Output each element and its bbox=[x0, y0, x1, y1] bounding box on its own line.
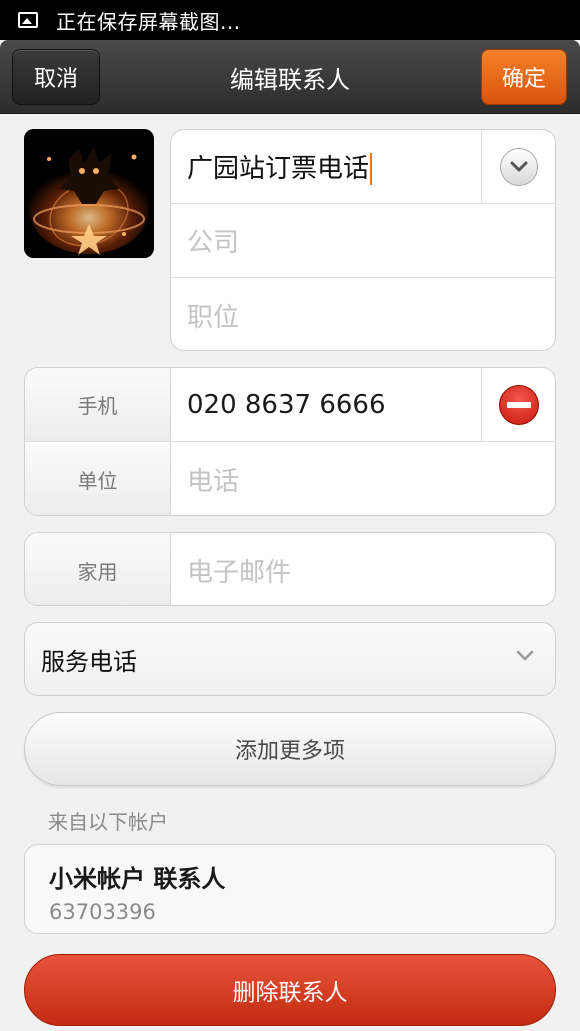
work-phone-type-label[interactable]: 单位 bbox=[25, 442, 171, 515]
phone-row: 手机 020 8637 6666 bbox=[25, 368, 555, 442]
email-field[interactable]: 电子邮件 bbox=[171, 533, 555, 605]
confirm-button[interactable]: 确定 bbox=[481, 49, 567, 105]
status-text: 正在保存屏幕截图... bbox=[56, 9, 241, 34]
name-field[interactable]: 广园站订票电话 bbox=[171, 148, 373, 186]
email-card: 家用 电子邮件 bbox=[24, 532, 556, 606]
company-field[interactable]: 公司 bbox=[171, 222, 239, 259]
chevron-down-icon bbox=[516, 650, 534, 661]
expand-name-button[interactable] bbox=[481, 130, 555, 203]
cancel-button[interactable]: 取消 bbox=[12, 49, 100, 105]
text-caret bbox=[370, 153, 373, 186]
account-section-label: 来自以下帐户 bbox=[48, 810, 168, 834]
add-more-button[interactable]: 添加更多项 bbox=[24, 712, 556, 786]
delete-contact-button[interactable]: 删除联系人 bbox=[24, 954, 556, 1026]
email-row: 家用 电子邮件 bbox=[25, 533, 555, 605]
remove-phone-button[interactable] bbox=[481, 368, 555, 441]
account-id: 63703396 bbox=[49, 900, 156, 924]
name-row[interactable]: 广园站订票电话 bbox=[171, 130, 555, 204]
account-name: 小米帐户 联系人 bbox=[49, 865, 226, 893]
avatar-image bbox=[24, 129, 154, 258]
work-phone-row: 单位 电话 bbox=[25, 442, 555, 515]
remove-circle-icon bbox=[498, 384, 539, 425]
image-icon bbox=[18, 12, 38, 28]
position-row[interactable]: 职位 bbox=[171, 278, 555, 350]
name-value: 广园站订票电话 bbox=[187, 153, 370, 184]
contact-avatar[interactable] bbox=[24, 129, 154, 258]
title-bar: 编辑联系人 取消 确定 bbox=[0, 40, 580, 114]
phone-card: 手机 020 8637 6666 单位 电话 bbox=[24, 367, 556, 516]
status-bar: 正在保存屏幕截图... bbox=[0, 0, 580, 40]
company-row[interactable]: 公司 bbox=[171, 204, 555, 278]
account-card[interactable]: 小米帐户 联系人 63703396 bbox=[24, 844, 556, 934]
position-field[interactable]: 职位 bbox=[171, 297, 239, 334]
email-type-label[interactable]: 家用 bbox=[25, 533, 171, 605]
phone-type-label[interactable]: 手机 bbox=[25, 368, 171, 441]
work-phone-field[interactable]: 电话 bbox=[171, 442, 555, 515]
group-select[interactable]: 服务电话 bbox=[24, 622, 556, 696]
chevron-down-circle-icon bbox=[499, 147, 538, 186]
name-card: 广园站订票电话 公司 职位 bbox=[170, 129, 556, 351]
group-select-value: 服务电话 bbox=[41, 647, 137, 676]
